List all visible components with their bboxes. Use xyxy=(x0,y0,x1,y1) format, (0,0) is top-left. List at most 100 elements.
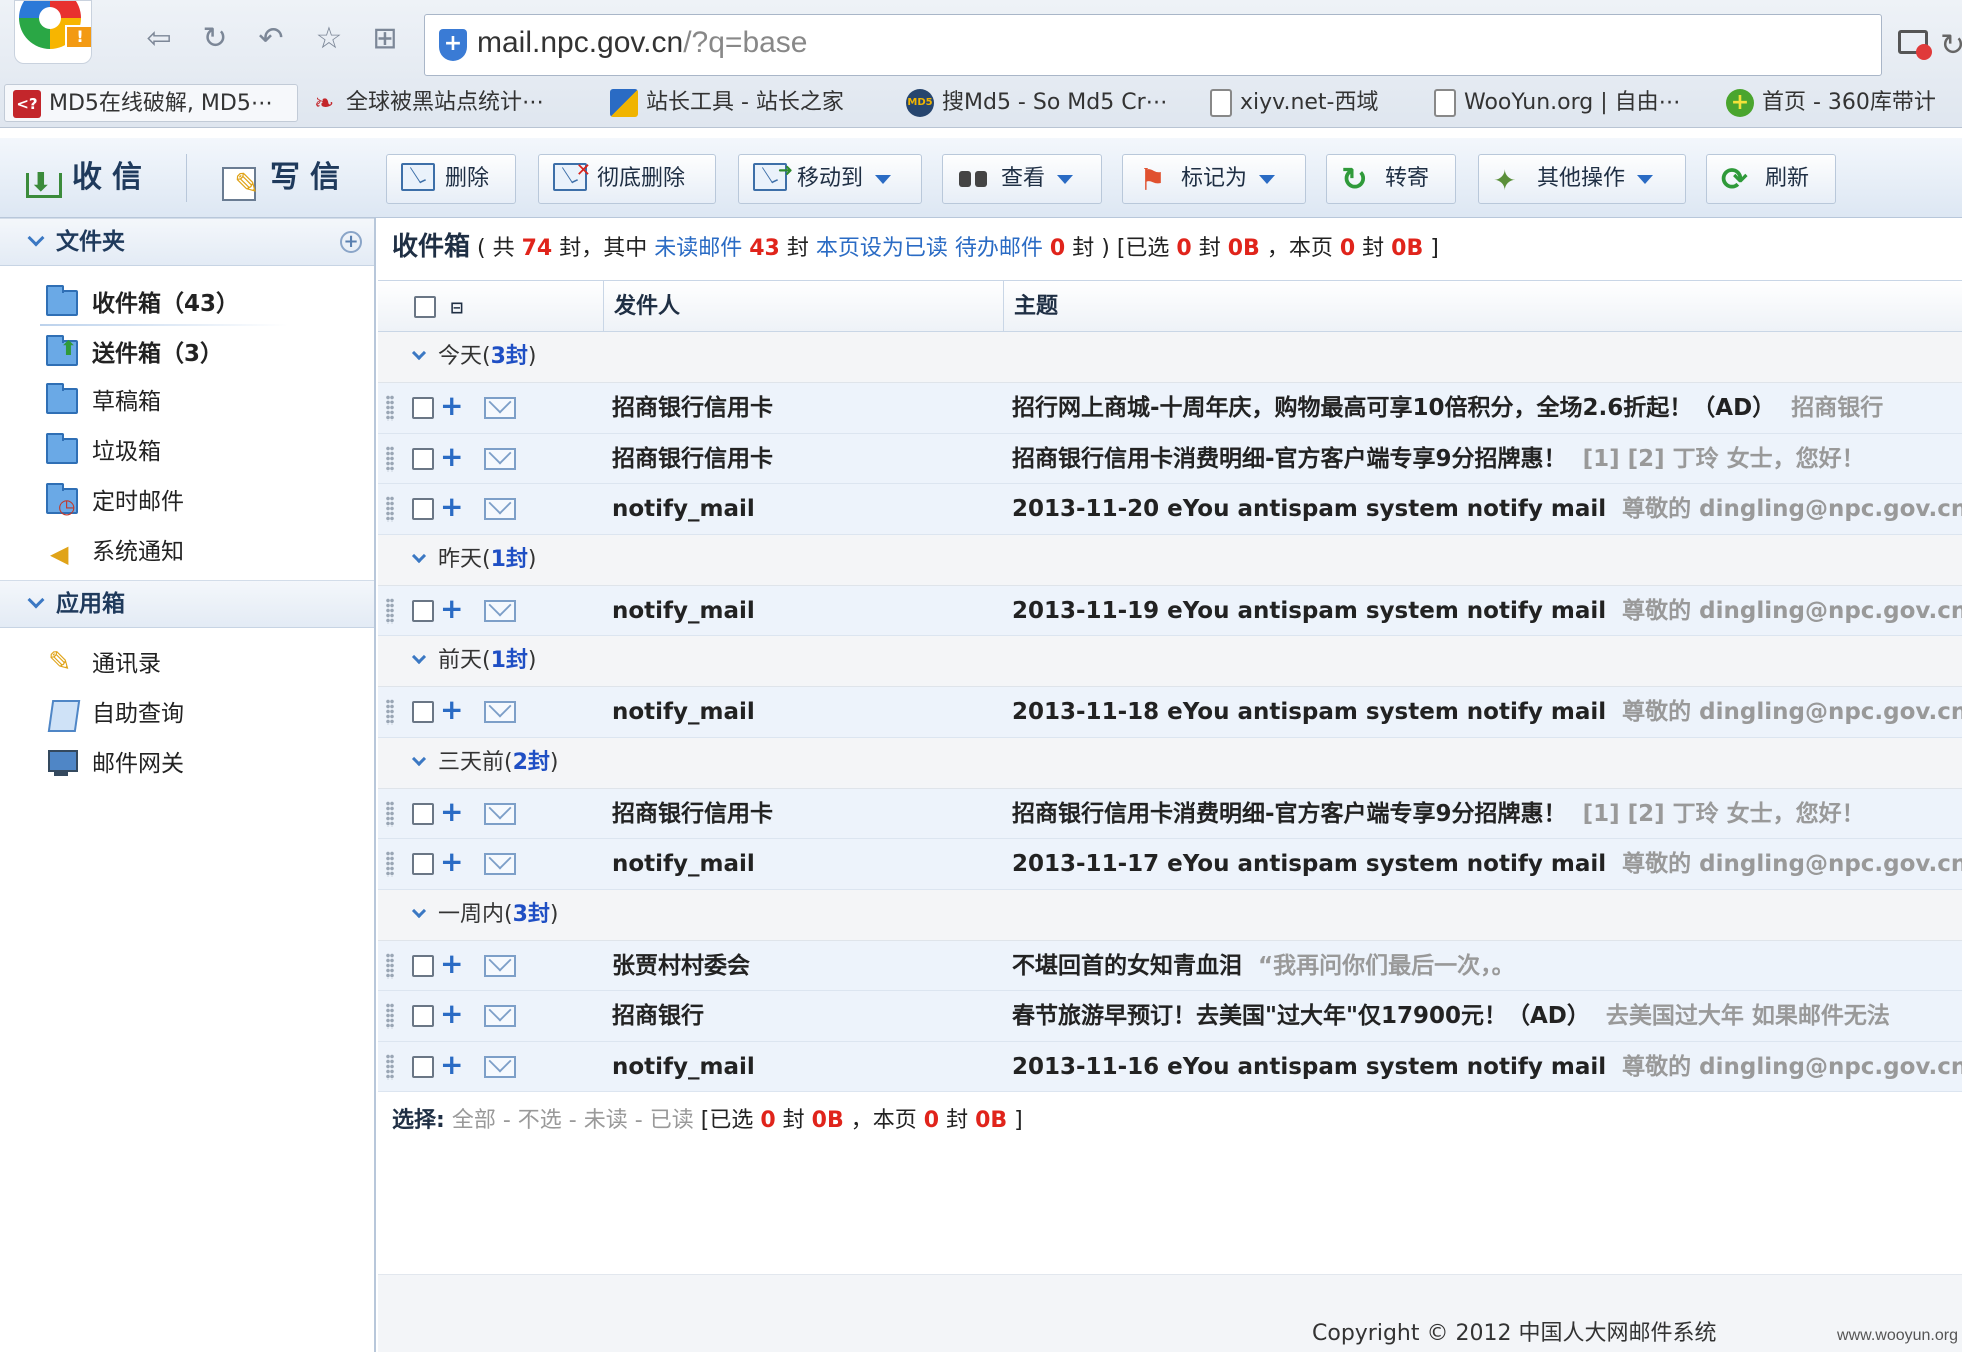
mail-row[interactable]: + notify_mail 2013-11-19 eYou antispam sys… xyxy=(378,585,1962,636)
view-button[interactable]: 查看 xyxy=(942,154,1102,204)
mail-subject-text[interactable]: 2013-11-18 eYou antispam system notify m… xyxy=(1012,699,1606,725)
mail-checkbox[interactable] xyxy=(412,599,434,622)
add-to-todo-icon[interactable]: + xyxy=(440,490,463,523)
select-unread-link[interactable]: 未读 xyxy=(584,1108,628,1133)
add-to-todo-icon[interactable]: + xyxy=(440,693,463,726)
reload-icon[interactable]: ↻ xyxy=(198,22,232,56)
mail-subject[interactable]: 招行网上商城-十周年庆，购物最高可享10倍积分，全场2.6折起！（AD） 招商银行 xyxy=(1012,383,1883,433)
undo-icon[interactable]: ↶ xyxy=(254,22,288,56)
add-to-todo-icon[interactable]: + xyxy=(440,1048,463,1081)
mail-subject-text[interactable]: 招商银行信用卡消费明细-官方客户端专享9分招牌惠！ xyxy=(1012,801,1567,827)
back-icon[interactable]: ⇦ xyxy=(142,22,176,56)
mail-checkbox[interactable] xyxy=(412,853,434,875)
mail-sender[interactable]: 招商银行信用卡 xyxy=(612,383,773,433)
mail-row[interactable]: + notify_mail 2013-11-20 eYou antispam sys… xyxy=(378,484,1962,535)
drag-handle-icon[interactable] xyxy=(386,395,394,421)
date-group-header[interactable]: 前天(1封) xyxy=(378,636,1962,687)
mark-as-button[interactable]: 标记为 xyxy=(1122,154,1306,205)
mail-sender[interactable]: notify_mail xyxy=(612,687,755,737)
add-to-todo-icon[interactable]: + xyxy=(440,389,463,422)
mail-sender[interactable]: notify_mail xyxy=(612,1042,755,1092)
add-folder-icon[interactable]: + xyxy=(340,231,362,253)
todo-mail-link[interactable]: 待办邮件 xyxy=(955,236,1043,261)
receive-mail-button[interactable]: 收信 xyxy=(22,150,152,211)
mail-sender[interactable]: notify_mail xyxy=(612,586,755,636)
sidebar-item-inbox[interactable]: 收件箱（43） xyxy=(46,284,239,324)
add-to-todo-icon[interactable]: + xyxy=(440,947,463,980)
bookmark-somd5[interactable]: MD5 搜Md5 - So Md5 Cr⋯ xyxy=(906,84,1168,122)
drag-handle-icon[interactable] xyxy=(386,699,394,725)
bookmark-360-home[interactable]: + 首页 - 360库带计 xyxy=(1726,84,1936,122)
sidebar-item-trash[interactable]: 垃圾箱 xyxy=(46,432,161,472)
mail-checkbox[interactable] xyxy=(412,954,434,977)
mail-subject-text[interactable]: 不堪回首的女知青血泪 xyxy=(1012,953,1242,979)
move-to-button[interactable]: 移动到 xyxy=(738,147,922,204)
mail-subject-text[interactable]: 2013-11-17 eYou antispam system notify m… xyxy=(1012,851,1606,877)
drag-handle-icon[interactable] xyxy=(386,851,394,877)
add-to-todo-icon[interactable]: + xyxy=(440,592,463,625)
date-group-header[interactable]: 今天(3封) xyxy=(378,332,1962,383)
sidebar-item-contacts[interactable]: 通讯录 xyxy=(46,642,161,684)
add-to-todo-icon[interactable]: + xyxy=(440,440,463,473)
favorite-star-icon[interactable]: ☆ xyxy=(312,22,346,56)
mail-subject[interactable]: 2013-11-16 eYou antispam system notify m… xyxy=(1012,1042,1962,1092)
select-none-link[interactable]: 不选 xyxy=(518,1108,562,1133)
apps-section-header[interactable]: 应用箱 xyxy=(0,580,374,628)
mail-checkbox[interactable] xyxy=(412,498,434,520)
mail-sender[interactable]: notify_mail xyxy=(612,484,755,534)
mail-row[interactable]: + notify_mail 2013-11-18 eYou antispam sys… xyxy=(378,687,1962,738)
refresh-button[interactable]: 刷新 xyxy=(1706,154,1836,204)
mail-sender[interactable]: 招商银行 xyxy=(612,991,704,1041)
unread-mail-link[interactable]: 未读邮件 xyxy=(654,236,742,261)
mail-checkbox[interactable] xyxy=(412,397,434,419)
browser-logo-icon[interactable]: ! xyxy=(14,0,92,64)
add-to-todo-icon[interactable]: + xyxy=(440,795,463,828)
sidebar-item-self-service[interactable]: 自助查询 xyxy=(46,694,184,734)
drag-handle-icon[interactable] xyxy=(386,445,394,472)
compose-mail-button[interactable]: 写信 xyxy=(220,150,350,213)
mail-row[interactable]: + 招商银行信用卡 招商银行信用卡消费明细-官方客户端专享9分招牌惠！ [1] [2]… xyxy=(378,433,1962,484)
mail-subject-text[interactable]: 2013-11-19 eYou antispam system notify m… xyxy=(1012,598,1606,624)
mail-subject[interactable]: 2013-11-17 eYou antispam system notify m… xyxy=(1012,839,1962,889)
date-group-header[interactable]: 一周内(3封) xyxy=(378,889,1962,941)
sidebar-item-mail-gateway[interactable]: 邮件网关 xyxy=(46,744,184,784)
folders-section-header[interactable]: 文件夹 + xyxy=(0,218,374,266)
mail-checkbox[interactable] xyxy=(412,701,434,723)
attachment-column-icon[interactable]: ⊟ xyxy=(450,298,463,317)
drag-handle-icon[interactable] xyxy=(386,1053,394,1080)
mail-row[interactable]: + 招商银行信用卡 招商银行信用卡消费明细-官方客户端专享9分招牌惠！ [1] [2]… xyxy=(378,788,1962,839)
date-group-header[interactable]: 三天前(2封) xyxy=(378,737,1962,789)
select-all-checkbox[interactable] xyxy=(414,296,436,318)
drag-handle-icon[interactable] xyxy=(386,952,394,979)
mail-sender[interactable]: 招商银行信用卡 xyxy=(612,434,773,484)
mail-subject[interactable]: 2013-11-19 eYou antispam system notify m… xyxy=(1012,586,1962,636)
mail-sender[interactable]: 招商银行信用卡 xyxy=(612,789,773,839)
mail-sender[interactable]: 张贾村村委会 xyxy=(612,941,750,991)
mail-subject[interactable]: 招商银行信用卡消费明细-官方客户端专享9分招牌惠！ [1] [2] 丁玲 女士，您… xyxy=(1012,434,1865,484)
column-header-subject[interactable]: 主题 xyxy=(1004,281,1962,333)
drag-handle-icon[interactable] xyxy=(386,496,394,522)
sidebar-item-sent[interactable]: 送件箱（3） xyxy=(46,328,223,374)
mail-row[interactable]: + 张贾村村委会 不堪回首的女知青血泪 “我再问你们最后一次，。 xyxy=(378,940,1962,991)
reload-icon[interactable]: ↻ xyxy=(1940,28,1962,63)
select-all-link[interactable]: 全部 xyxy=(452,1108,496,1133)
mail-checkbox[interactable] xyxy=(412,1055,434,1078)
mail-subject[interactable]: 2013-11-20 eYou antispam system notify m… xyxy=(1012,484,1962,534)
sidebar-item-scheduled[interactable]: 定时邮件 xyxy=(46,482,184,526)
column-header-sender[interactable]: 发件人 xyxy=(604,281,1004,333)
mail-subject-text[interactable]: 2013-11-20 eYou antispam system notify m… xyxy=(1012,496,1606,522)
mail-row[interactable]: + notify_mail 2013-11-16 eYou antispam sys… xyxy=(378,1041,1962,1092)
bookmark-xiyv[interactable]: xiyv.net-西域 xyxy=(1210,84,1379,122)
date-group-header[interactable]: 昨天(1封) xyxy=(378,534,1962,586)
mail-row[interactable]: + 招商银行 春节旅游早预订！去美国"过大年"仅17900元！（AD） 去美国过大年 … xyxy=(378,991,1962,1042)
forward-button[interactable]: 转寄 xyxy=(1326,154,1456,204)
url-text[interactable]: mail.npc.gov.cn/?q=base xyxy=(477,26,808,60)
other-actions-button[interactable]: 其他操作 xyxy=(1478,154,1686,205)
mail-checkbox[interactable] xyxy=(412,447,434,470)
bookmark-hacked-sites[interactable]: ❧ 全球被黑站点统计⋯ xyxy=(310,84,544,122)
bookmark-wooyun[interactable]: WooYun.org | 自由⋯ xyxy=(1434,84,1681,122)
mail-row[interactable]: + 招商银行信用卡 招行网上商城-十周年庆，购物最高可享10倍积分，全场2.6折起！… xyxy=(378,383,1962,434)
sidebar-item-system-notices[interactable]: 系统通知 xyxy=(46,532,184,574)
mail-subject[interactable]: 不堪回首的女知青血泪 “我再问你们最后一次，。 xyxy=(1012,941,1515,991)
mail-subject-text[interactable]: 招行网上商城-十周年庆，购物最高可享10倍积分，全场2.6折起！（AD） xyxy=(1012,395,1775,421)
